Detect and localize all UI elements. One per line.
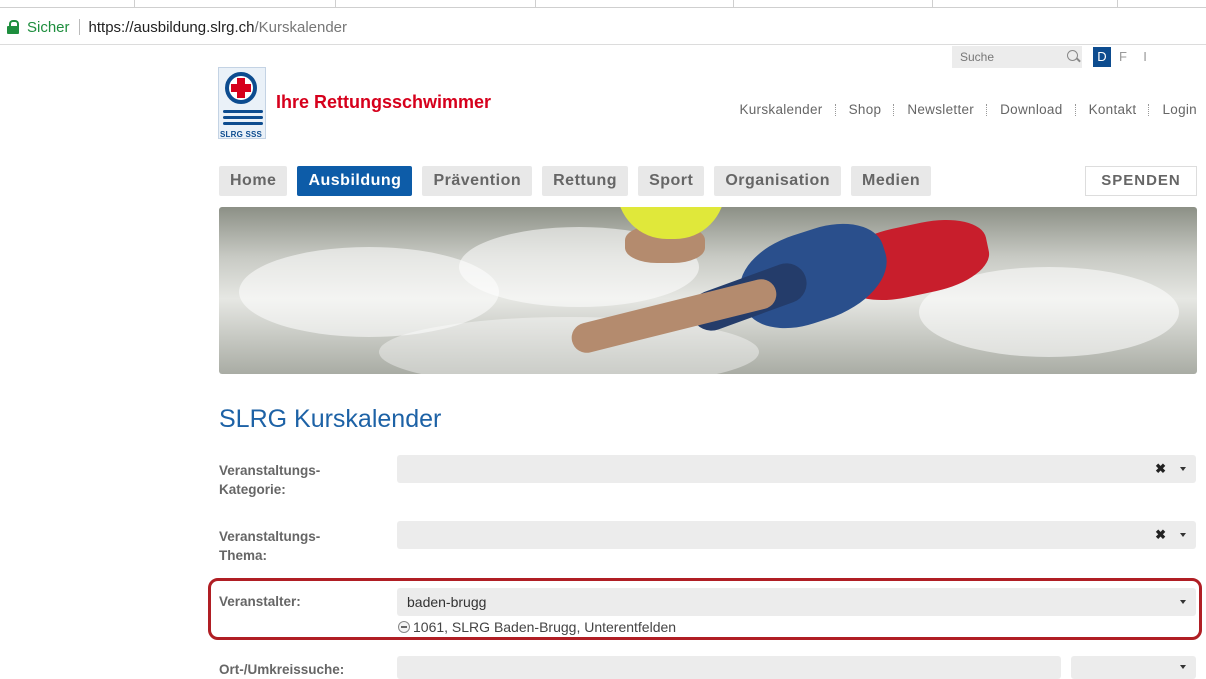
tab-divider	[134, 0, 135, 7]
nav-rettung[interactable]: Rettung	[542, 166, 629, 196]
wave-icon	[223, 116, 263, 119]
label-thema: Veranstaltungs- Thema:	[219, 527, 320, 565]
divider	[1074, 103, 1077, 116]
slrg-logo[interactable]: SLRG SSS	[218, 67, 266, 143]
tab-divider	[733, 0, 734, 7]
tagline: Ihre Rettungsschwimmer	[276, 92, 492, 112]
label-kategorie-line1: Veranstaltungs-	[219, 463, 321, 478]
language-fr[interactable]: F	[1114, 47, 1132, 67]
kategorie-select[interactable]: ✖	[397, 455, 1196, 483]
secure-label: Sicher	[27, 18, 70, 36]
nav-praevention[interactable]: Prävention	[422, 166, 533, 196]
url-field[interactable]: Sicher https://ausbildung.slrg.ch/Kurska…	[0, 12, 1206, 42]
clear-icon[interactable]: ✖	[1155, 521, 1166, 549]
top-navigation: Kurskalender Shop Newsletter Download Ko…	[739, 102, 1197, 117]
url-host: https://ausbildung.slrg.ch	[88, 18, 255, 36]
url-divider	[78, 19, 80, 35]
page-title: SLRG Kurskalender	[219, 405, 442, 433]
main-navigation: Home Ausbildung Prävention Rettung Sport…	[219, 166, 941, 196]
chevron-down-icon[interactable]	[1180, 467, 1186, 471]
label-ort: Ort-/Umkreissuche:	[219, 662, 345, 677]
label-kategorie-line2: Kategorie:	[219, 482, 286, 497]
thema-select[interactable]: ✖	[397, 521, 1196, 549]
divider	[834, 103, 837, 116]
wave-icon	[223, 110, 263, 113]
highlight-annotation	[208, 578, 1202, 640]
toplink-login[interactable]: Login	[1162, 102, 1197, 117]
tab-strip	[0, 0, 1206, 8]
red-cross-icon-bar	[231, 84, 251, 92]
nav-home[interactable]: Home	[219, 166, 288, 196]
chevron-down-icon[interactable]	[1180, 665, 1186, 669]
divider	[893, 103, 895, 116]
browser-address-bar: Sicher https://ausbildung.slrg.ch/Kurska…	[0, 0, 1206, 45]
chevron-down-icon[interactable]	[1180, 533, 1186, 537]
url-path: /Kurskalender	[254, 18, 348, 36]
toplink-newsletter[interactable]: Newsletter	[907, 102, 974, 117]
language-de[interactable]: D	[1093, 47, 1111, 67]
logo-badge: SLRG SSS	[218, 67, 266, 139]
search-input[interactable]: Suche	[952, 46, 1082, 68]
tab-divider	[335, 0, 336, 7]
clear-icon[interactable]: ✖	[1155, 455, 1166, 483]
language-it[interactable]: I	[1136, 47, 1154, 67]
toplink-kontakt[interactable]: Kontakt	[1089, 102, 1137, 117]
toplink-kurskalender[interactable]: Kurskalender	[739, 102, 822, 117]
toplink-shop[interactable]: Shop	[849, 102, 882, 117]
divider	[1148, 103, 1150, 116]
nav-sport[interactable]: Sport	[638, 166, 705, 196]
nav-ausbildung[interactable]: Ausbildung	[297, 166, 413, 196]
tab-divider	[535, 0, 536, 7]
label-kategorie: Veranstaltungs- Kategorie:	[219, 461, 320, 499]
radius-select[interactable]	[1071, 656, 1196, 679]
tab-divider	[932, 0, 933, 7]
lock-icon	[7, 20, 19, 34]
nav-medien[interactable]: Medien	[851, 166, 932, 196]
label-thema-line2: Thema:	[219, 548, 268, 563]
toplink-download[interactable]: Download	[1000, 102, 1062, 117]
wave-icon	[223, 122, 263, 125]
ort-input[interactable]	[397, 656, 1061, 679]
nav-organisation[interactable]: Organisation	[714, 166, 842, 196]
logo-text: SLRG SSS	[220, 130, 263, 139]
search-icon[interactable]	[1067, 50, 1078, 61]
donate-button[interactable]: SPENDEN	[1085, 166, 1197, 196]
divider	[986, 103, 988, 116]
hero-image-swimmer	[219, 207, 1197, 374]
tab-divider	[1117, 0, 1118, 7]
label-thema-line1: Veranstaltungs-	[219, 529, 321, 544]
